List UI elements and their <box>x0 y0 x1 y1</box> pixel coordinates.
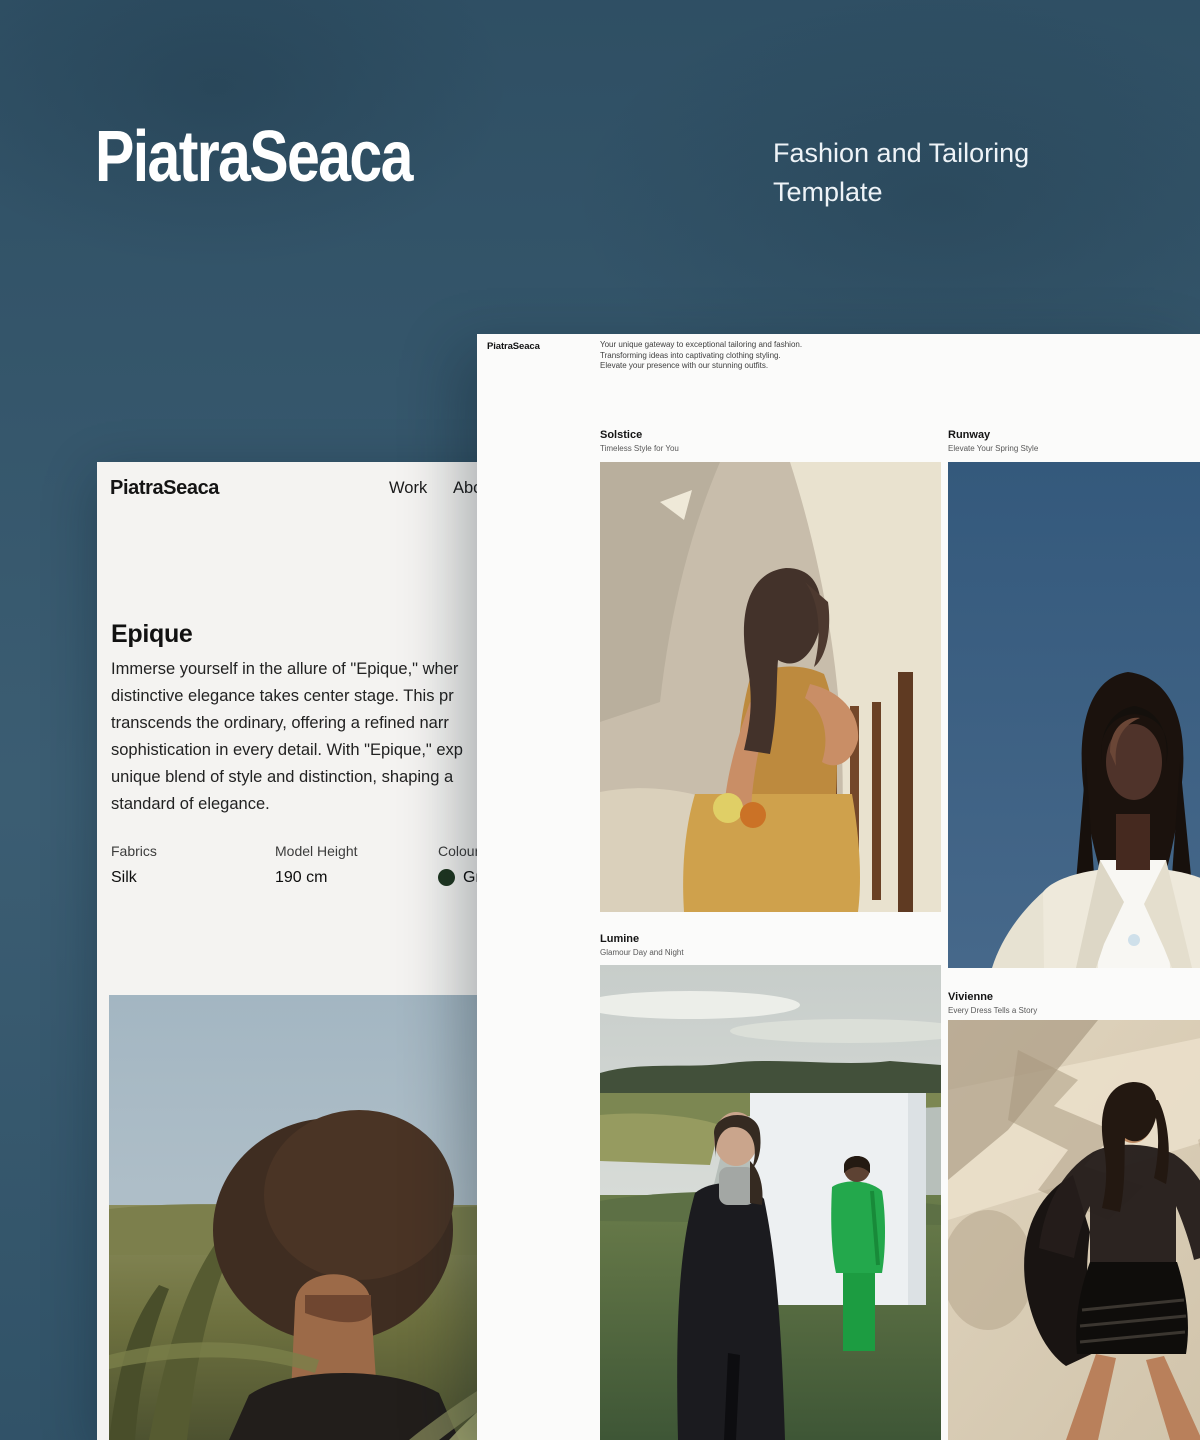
nav-item-work[interactable]: Work <box>389 479 427 498</box>
card-title: Lumine <box>600 933 930 945</box>
vivienne-card-photo[interactable] <box>948 1020 1200 1440</box>
card-subtitle: Elevate Your Spring Style <box>948 444 1200 453</box>
description-line: standard of elegance. <box>111 791 463 818</box>
description-line: distinctive elegance takes center stage.… <box>111 683 463 710</box>
description-line: Immerse yourself in the allure of "Epiqu… <box>111 656 463 683</box>
spec-label-colour: Colour <box>438 843 479 859</box>
card-title: Vivienne <box>948 991 1200 1003</box>
hero-subtitle: Fashion and Tailoring Template <box>773 134 1029 212</box>
green-colour-swatch <box>438 869 455 886</box>
tagline-line: Transforming ideas into captivating clot… <box>600 351 802 362</box>
hero-subtitle-line1: Fashion and Tailoring <box>773 134 1029 173</box>
card-label-vivienne: Vivienne Every Dress Tells a Story <box>948 991 1200 1015</box>
hero-subtitle-line2: Template <box>773 173 1029 212</box>
runway-photo-illustration <box>948 462 1200 968</box>
lumine-card-photo[interactable] <box>600 965 941 1440</box>
gallery-page-mockup: PiatraSeaca Your unique gateway to excep… <box>477 334 1200 1440</box>
detail-page-logo[interactable]: PiatraSeaca <box>110 477 219 500</box>
card-label-lumine: Lumine Glamour Day and Night <box>600 933 930 957</box>
card-subtitle: Every Dress Tells a Story <box>948 1006 1200 1015</box>
card-title: Solstice <box>600 429 930 441</box>
vivienne-photo-illustration <box>948 1020 1200 1440</box>
card-title: Runway <box>948 429 1200 441</box>
project-description: Immerse yourself in the allure of "Epiqu… <box>111 656 463 818</box>
project-title: Epique <box>111 620 193 649</box>
tagline-line: Elevate your presence with our stunning … <box>600 361 802 372</box>
spec-value-fabrics: Silk <box>111 869 137 887</box>
hero-brand-title: PiatraSeaca <box>95 121 412 193</box>
solstice-card-photo[interactable] <box>600 462 941 912</box>
card-subtitle: Glamour Day and Night <box>600 948 930 957</box>
template-showcase: PiatraSeaca Fashion and Tailoring Templa… <box>0 0 1200 1440</box>
spec-label-fabrics: Fabrics <box>111 843 157 859</box>
description-line: unique blend of style and distinction, s… <box>111 764 463 791</box>
card-subtitle: Timeless Style for You <box>600 444 930 453</box>
spec-label-model-height: Model Height <box>275 843 358 859</box>
card-label-runway: Runway Elevate Your Spring Style <box>948 429 1200 453</box>
solstice-photo-illustration <box>600 462 941 912</box>
spec-value-model-height: 190 cm <box>275 869 327 887</box>
spec-value-colour: Green <box>438 869 463 888</box>
runway-card-photo[interactable] <box>948 462 1200 968</box>
lumine-photo-illustration <box>600 965 941 1440</box>
description-line: sophistication in every detail. With "Ep… <box>111 737 463 764</box>
gallery-tagline: Your unique gateway to exceptional tailo… <box>600 340 802 372</box>
tagline-line: Your unique gateway to exceptional tailo… <box>600 340 802 351</box>
gallery-page-logo[interactable]: PiatraSeaca <box>487 341 540 352</box>
description-line: transcends the ordinary, offering a refi… <box>111 710 463 737</box>
card-label-solstice: Solstice Timeless Style for You <box>600 429 930 453</box>
